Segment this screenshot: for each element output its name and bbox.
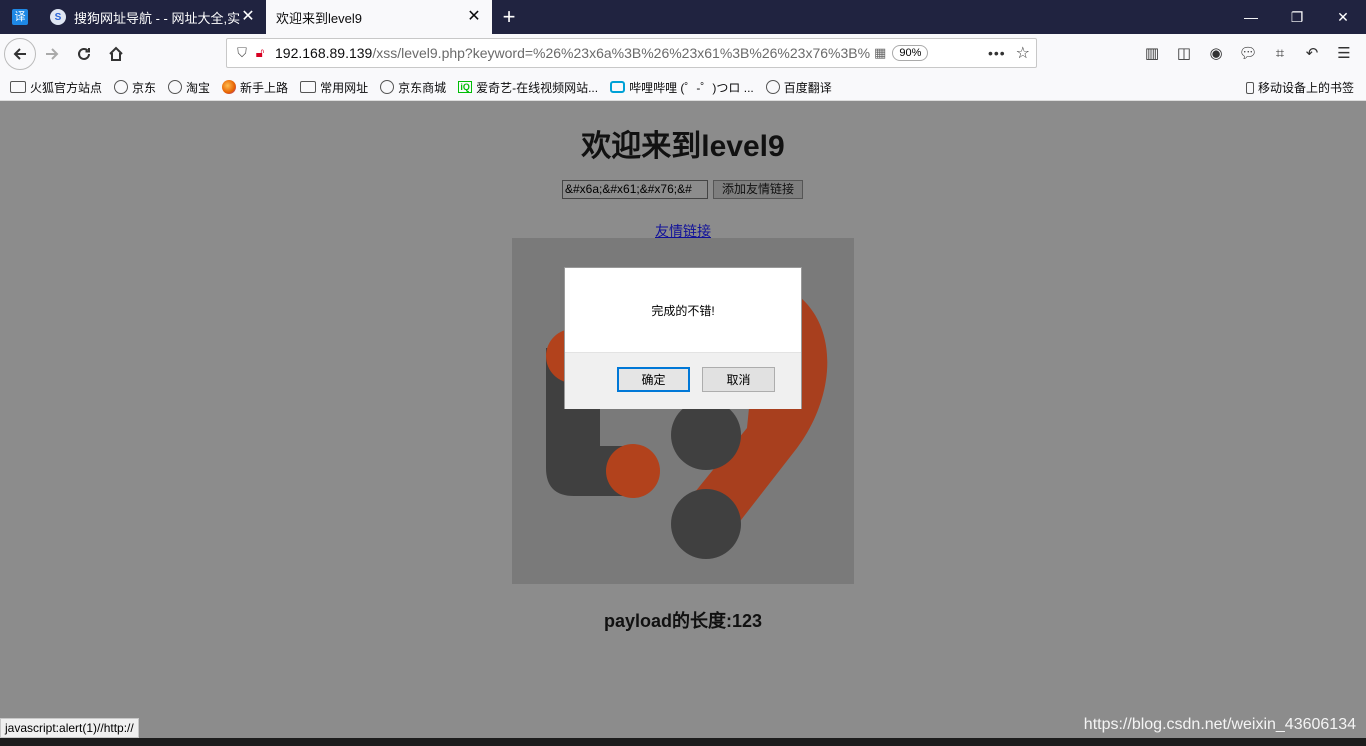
add-link-button[interactable]: 添加友情链接 [713, 180, 804, 199]
watermark: https://blog.csdn.net/weixin_43606134 [1083, 716, 1356, 733]
bookmark-label: 爱奇艺-在线视频网站... [476, 80, 599, 95]
url-host: 192.168.89.139 [275, 45, 373, 61]
translate-glyph: 译 [12, 9, 28, 25]
dialog-footer: 确定 取消 [565, 352, 801, 409]
taskbar [0, 738, 1366, 746]
new-tab-button[interactable]: + [492, 0, 526, 34]
home-icon [109, 46, 123, 61]
sidebar-icon[interactable]: ◫ [1168, 38, 1200, 68]
globe-icon [765, 80, 780, 94]
bookmark-label: 常用网址 [320, 80, 369, 95]
library-icon[interactable]: ▥ [1136, 38, 1168, 68]
reload-icon [78, 47, 90, 60]
window-controls: — ❐ ✕ [1228, 0, 1366, 34]
page-content: 欢迎来到level9 &#x6a;&#x61;&#x76;&# 添加友情链接 友… [0, 101, 1366, 746]
page-actions-icon[interactable]: ••• [988, 45, 1006, 61]
friend-link-text[interactable]: 友情链接 [655, 223, 711, 239]
bookmark-item[interactable]: iQ 爱奇艺-在线视频网站... [458, 79, 598, 96]
tab-strip: 译 S 搜狗网址导航 - - 网址大全,实用 ✕ 欢迎来到level9 ✕ + … [0, 0, 1366, 34]
menu-icon[interactable]: ☰ [1328, 38, 1360, 68]
firefox-icon [222, 80, 237, 94]
tab-label: 搜狗网址导航 - - 网址大全,实用 [74, 10, 240, 26]
url-bar[interactable]: ⛉ 🔓︎ 192.168.89.139 /xss/level9.php?keyw… [226, 38, 1037, 68]
minimize-button[interactable]: — [1228, 0, 1274, 34]
bookmark-label: 百度翻译 [783, 80, 832, 95]
bookmarks-bar: 火狐官方站点 京东 淘宝 新手上路 常用网址 京东商城 iQ 爱奇艺-在线视频网站… [0, 74, 1366, 101]
tracking-shield-icon[interactable]: ⛉ [233, 45, 251, 61]
mobile-bookmarks[interactable]: 移动设备上的书签 [1245, 74, 1354, 101]
tab-level9[interactable]: 欢迎来到level9 ✕ [266, 0, 492, 34]
bookmark-star-icon[interactable]: ☆ [1016, 43, 1030, 63]
translate-app-icon[interactable]: 译 [0, 0, 40, 34]
forward-button[interactable] [36, 38, 68, 70]
chat-icon[interactable]: 💬︎ [1232, 38, 1264, 68]
bilibili-icon [610, 81, 626, 93]
back-button[interactable] [4, 38, 36, 70]
close-tab-icon[interactable]: ✕ [240, 9, 256, 25]
sogou-favicon-icon: S [50, 9, 66, 25]
close-tab-icon[interactable]: ✕ [466, 9, 482, 25]
bookmark-label: 京东商城 [398, 80, 447, 95]
bookmark-item[interactable]: 百度翻译 [765, 79, 832, 96]
bookmark-label: 新手上路 [240, 80, 289, 95]
bookmark-item[interactable]: 京东商城 [380, 79, 446, 96]
cancel-button[interactable]: 取消 [702, 367, 775, 392]
url-path: /xss/level9.php?keyword=%26%23x6a%3B%26%… [372, 45, 871, 61]
undo-icon[interactable]: ↶ [1296, 38, 1328, 68]
bookmark-item[interactable]: 新手上路 [222, 79, 288, 96]
globe-icon [114, 80, 129, 94]
bookmark-item[interactable]: 京东 [114, 79, 156, 96]
tab-sogou[interactable]: S 搜狗网址导航 - - 网址大全,实用 ✕ [40, 0, 266, 34]
insecure-lock-icon[interactable]: 🔓︎ [251, 45, 269, 61]
page-title: 欢迎来到level9 [581, 130, 785, 163]
bookmark-label: 淘宝 [186, 80, 211, 95]
globe-icon [380, 80, 395, 94]
restore-button[interactable]: ❐ [1274, 0, 1320, 34]
bookmark-label: 京东 [132, 80, 157, 95]
arrow-left-icon [13, 48, 26, 60]
tab-label: 欢迎来到level9 [276, 10, 362, 26]
bookmark-item[interactable]: 火狐官方站点 [10, 79, 102, 96]
mobile-bookmarks-label: 移动设备上的书签 [1257, 81, 1354, 95]
account-icon[interactable]: ◉ [1200, 38, 1232, 68]
iqiyi-icon: iQ [458, 81, 473, 93]
globe-icon [168, 80, 183, 94]
bookmark-item[interactable]: 哔哩哔哩 (゜-゜)つロ ... [610, 79, 754, 96]
arrow-right-icon [46, 48, 59, 60]
zoom-indicator[interactable]: 90% [892, 45, 929, 61]
crop-screenshot-icon[interactable]: ⌗ [1264, 38, 1296, 68]
bookmark-item[interactable]: 淘宝 [168, 79, 210, 96]
keyword-form: &#x6a;&#x61;&#x76;&# 添加友情链接 [562, 180, 804, 199]
bookmark-label: 火狐官方站点 [30, 80, 103, 95]
status-bar: javascript:alert(1)//http:// [0, 718, 139, 738]
payload-length: payload的长度:123 [603, 611, 763, 631]
bookmark-item[interactable]: 常用网址 [300, 79, 368, 96]
dialog-message: 完成的不错! [651, 303, 715, 318]
home-button[interactable] [100, 38, 132, 70]
reload-button[interactable] [68, 38, 100, 70]
keyword-input[interactable]: &#x6a;&#x61;&#x76;&# [562, 180, 708, 199]
nav-bar: ⛉ 🔓︎ 192.168.89.139 /xss/level9.php?keyw… [0, 34, 1366, 74]
toolbar-icons: ▥ ◫ ◉ 💬︎ ⌗ ↶ ☰ [1136, 38, 1360, 68]
folder-icon [300, 81, 317, 93]
qr-code-icon[interactable]: ▦ [874, 45, 886, 61]
folder-icon [10, 81, 26, 93]
mobile-phone-icon [1245, 81, 1254, 94]
ok-button[interactable]: 确定 [617, 367, 690, 392]
alert-dialog: 完成的不错! 确定 取消 [564, 267, 802, 409]
close-window-button[interactable]: ✕ [1320, 0, 1366, 34]
bookmark-label: 哔哩哔哩 (゜-゜)つロ ... [629, 80, 754, 95]
